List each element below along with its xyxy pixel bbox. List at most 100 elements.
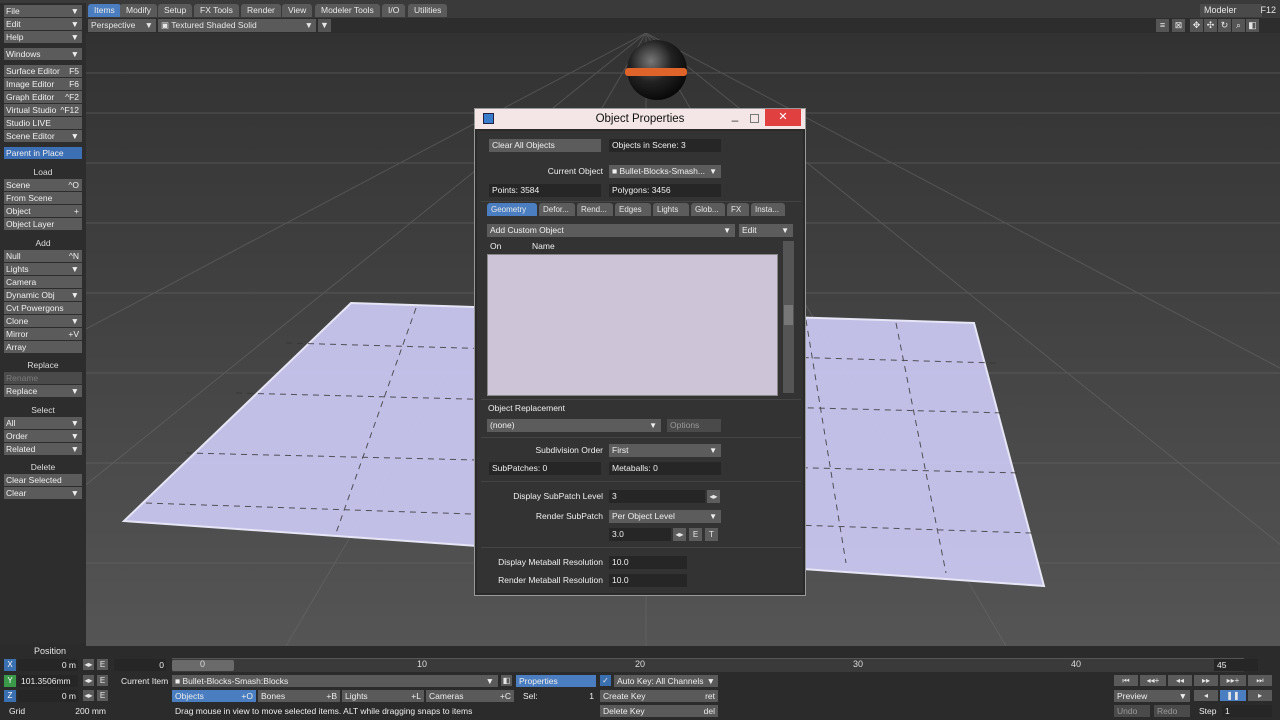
pause-icon[interactable]: ❚❚ bbox=[1220, 690, 1246, 701]
load-object-layer-button[interactable]: Object Layer bbox=[4, 218, 82, 230]
minimize-icon[interactable]: – bbox=[729, 110, 741, 127]
lights-mode-button[interactable]: Lights +L bbox=[342, 690, 424, 702]
tab-instance[interactable]: Insta... bbox=[751, 203, 785, 216]
edit-menu-button[interactable]: Edit ▼ bbox=[739, 224, 793, 237]
load-scene-button[interactable]: Scene ^O bbox=[4, 179, 82, 191]
spin-arrows-icon[interactable]: ◂▸ bbox=[83, 690, 94, 701]
tab-render[interactable]: Render bbox=[241, 4, 281, 17]
windows-menu[interactable]: Windows ▼ bbox=[4, 48, 82, 60]
next-key-icon[interactable]: ▸▸+ bbox=[1220, 675, 1246, 686]
column-name[interactable]: Name bbox=[529, 240, 589, 253]
select-all-menu[interactable]: All ▼ bbox=[4, 417, 82, 429]
z-envelope-button[interactable]: E bbox=[97, 690, 108, 701]
tab-items[interactable]: Items bbox=[88, 4, 121, 17]
clear-selected-button[interactable]: Clear Selected bbox=[4, 474, 82, 486]
list-icon[interactable]: ≡ bbox=[1156, 19, 1169, 32]
custom-object-list[interactable] bbox=[487, 254, 778, 396]
spin-arrows-icon[interactable]: ◂▸ bbox=[673, 528, 686, 541]
current-item-select[interactable]: ■ Bullet-Blocks-Smash:Blocks ▼ bbox=[172, 675, 498, 687]
auto-key-checkbox[interactable]: ✓ bbox=[600, 675, 611, 686]
graph-editor-button[interactable]: Graph Editor ^F2 bbox=[4, 91, 82, 103]
load-object-button[interactable]: Object + bbox=[4, 205, 82, 217]
tab-view[interactable]: View bbox=[282, 4, 313, 17]
x-axis-toggle[interactable]: X bbox=[4, 659, 16, 671]
tab-io[interactable]: I/O bbox=[382, 4, 406, 17]
next-frame-icon[interactable]: ▸▸ bbox=[1194, 675, 1218, 686]
view-mode-select[interactable]: Perspective ▼ bbox=[88, 19, 156, 32]
previous-frame-icon[interactable]: ◂◂ bbox=[1168, 675, 1192, 686]
x-position-input[interactable]: 0 m bbox=[18, 659, 78, 671]
step-input[interactable]: 1 bbox=[1222, 705, 1272, 717]
timeline-slider[interactable] bbox=[172, 658, 1244, 672]
play-reverse-icon[interactable]: ◂ bbox=[1194, 690, 1218, 701]
y-envelope-button[interactable]: E bbox=[97, 675, 108, 686]
parent-in-place-toggle[interactable]: Parent in Place bbox=[4, 147, 82, 159]
tab-global[interactable]: Glob... bbox=[691, 203, 725, 216]
zoom-view-icon[interactable]: ⌕ bbox=[1232, 19, 1245, 32]
x-envelope-button[interactable]: E bbox=[97, 659, 108, 670]
display-subpatch-input[interactable]: 3 bbox=[609, 490, 705, 503]
first-frame-icon[interactable]: ⏮ bbox=[1114, 675, 1138, 686]
dialog-title-bar[interactable]: Object Properties – ✕ bbox=[475, 109, 805, 129]
item-info-icon[interactable]: ◧ bbox=[501, 675, 512, 686]
add-null-button[interactable]: Null ^N bbox=[4, 250, 82, 262]
tab-modify[interactable]: Modify bbox=[120, 4, 158, 17]
close-icon[interactable]: ✕ bbox=[765, 109, 801, 126]
image-editor-button[interactable]: Image Editor F6 bbox=[4, 78, 82, 90]
list-scrollbar[interactable] bbox=[783, 241, 794, 393]
spin-arrows-icon[interactable]: ◂▸ bbox=[83, 659, 94, 670]
properties-button[interactable]: Properties bbox=[516, 675, 596, 687]
add-camera-button[interactable]: Camera bbox=[4, 276, 82, 288]
z-axis-toggle[interactable]: Z bbox=[4, 690, 16, 702]
y-position-input[interactable]: 101.3506mm bbox=[18, 675, 78, 687]
current-object-select[interactable]: ■ Bullet-Blocks-Smash... ▼ bbox=[609, 165, 721, 178]
tab-lights[interactable]: Lights bbox=[653, 203, 689, 216]
studio-live-button[interactable]: Studio LIVE bbox=[4, 117, 82, 129]
play-icon[interactable]: ▸ bbox=[1248, 690, 1272, 701]
help-menu[interactable]: Help ▼ bbox=[4, 31, 82, 43]
bones-mode-button[interactable]: Bones +B bbox=[258, 690, 340, 702]
viewport-options-icon[interactable]: ▼ bbox=[318, 19, 331, 32]
tab-fx-tools[interactable]: FX Tools bbox=[194, 4, 239, 17]
add-lights-menu[interactable]: Lights ▼ bbox=[4, 263, 82, 275]
undo-button[interactable]: Undo bbox=[1114, 705, 1150, 717]
render-subpatch-level-input[interactable]: 3.0 bbox=[609, 528, 671, 541]
maximize-icon[interactable] bbox=[750, 114, 759, 123]
last-frame-icon[interactable]: ⏭ bbox=[1248, 675, 1272, 686]
tab-render[interactable]: Rend... bbox=[577, 203, 613, 216]
objects-mode-button[interactable]: Objects +O bbox=[172, 690, 256, 702]
clone-menu[interactable]: Clone ▼ bbox=[4, 315, 82, 327]
tab-fx[interactable]: FX bbox=[727, 203, 749, 216]
subdivision-order-select[interactable]: First ▼ bbox=[609, 444, 721, 457]
tab-setup[interactable]: Setup bbox=[158, 4, 193, 17]
redo-button[interactable]: Redo bbox=[1154, 705, 1190, 717]
file-menu[interactable]: File ▼ bbox=[4, 5, 82, 17]
modeler-button[interactable]: Modeler bbox=[1200, 4, 1262, 17]
clear-menu[interactable]: Clear ▼ bbox=[4, 487, 82, 499]
add-custom-object-select[interactable]: Add Custom Object ▼ bbox=[487, 224, 735, 237]
envelope-button[interactable]: E bbox=[689, 528, 702, 541]
mirror-button[interactable]: Mirror +V bbox=[4, 328, 82, 340]
render-metaball-input[interactable]: 10.0 bbox=[609, 574, 687, 587]
spin-arrows-icon[interactable]: ◂▸ bbox=[707, 490, 720, 503]
rotate-view-icon[interactable]: ↻ bbox=[1218, 19, 1231, 32]
tab-deform[interactable]: Defor... bbox=[539, 203, 575, 216]
preview-select[interactable]: Preview ▼ bbox=[1114, 690, 1190, 702]
scrollbar-thumb[interactable] bbox=[784, 305, 793, 325]
end-frame-input[interactable]: 45 bbox=[1214, 659, 1258, 671]
scene-editor-button[interactable]: Scene Editor ▼ bbox=[4, 130, 82, 142]
spin-arrows-icon[interactable]: ◂▸ bbox=[83, 675, 94, 686]
display-metaball-input[interactable]: 10.0 bbox=[609, 556, 687, 569]
texture-button[interactable]: T bbox=[705, 528, 718, 541]
array-button[interactable]: Array bbox=[4, 341, 82, 353]
current-frame-input[interactable]: 0 bbox=[114, 659, 166, 671]
delete-key-button[interactable]: Delete Key del bbox=[600, 705, 718, 717]
object-replacement-select[interactable]: (none) ▼ bbox=[487, 419, 661, 432]
pan-view-icon[interactable]: ✣ bbox=[1204, 19, 1217, 32]
select-related-menu[interactable]: Related ▼ bbox=[4, 443, 82, 455]
render-subpatch-select[interactable]: Per Object Level ▼ bbox=[609, 510, 721, 523]
viewport-layout-icon[interactable]: ◧ bbox=[1246, 19, 1259, 32]
y-axis-toggle[interactable]: Y bbox=[4, 675, 16, 687]
maximize-viewport-icon[interactable]: ⊠ bbox=[1172, 19, 1185, 32]
column-on[interactable]: On bbox=[487, 240, 517, 253]
